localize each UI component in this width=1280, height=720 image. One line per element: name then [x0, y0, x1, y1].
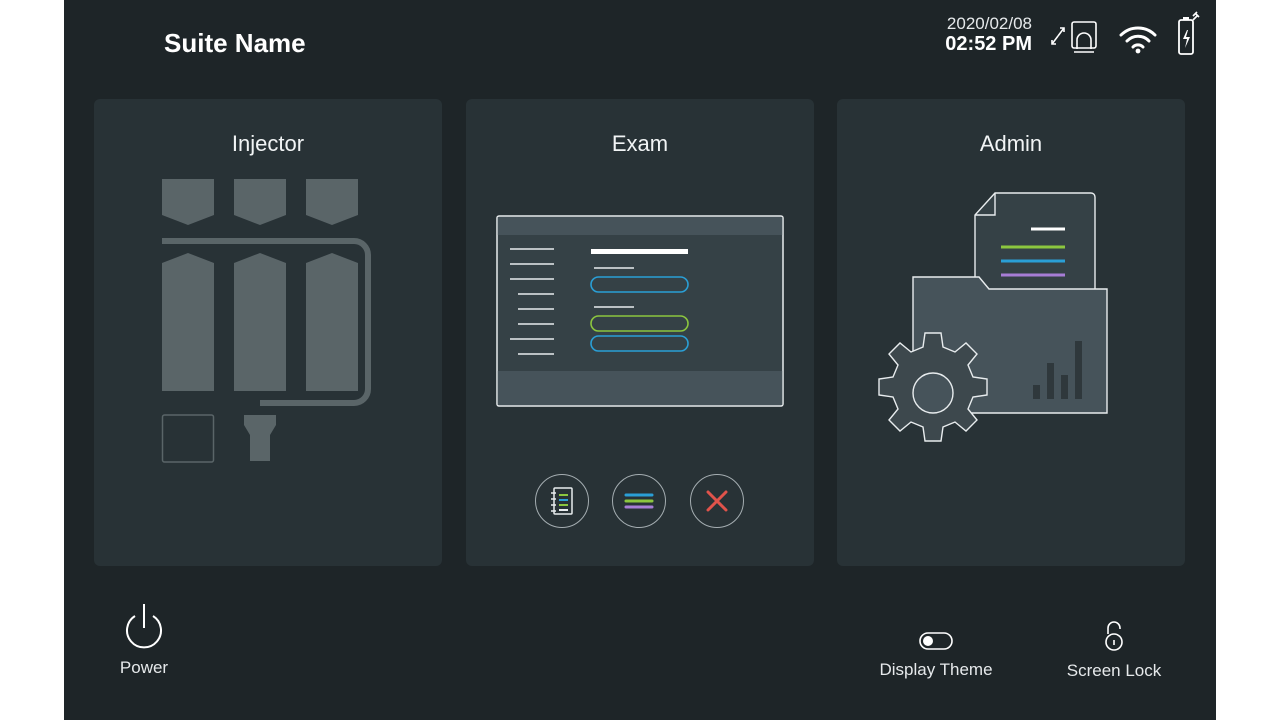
- admin-card[interactable]: Admin: [837, 99, 1185, 566]
- exam-screen-illustration: [496, 215, 784, 407]
- time-text: 02:52 PM: [945, 33, 1032, 55]
- admin-card-title: Admin: [979, 131, 1043, 156]
- exam-protocol-button[interactable]: [535, 474, 589, 528]
- screen-lock-label: Screen Lock: [1066, 661, 1162, 680]
- close-x-icon: [706, 490, 728, 512]
- injector-card[interactable]: Injector: [94, 99, 442, 566]
- suite-name-title: Suite Name: [164, 28, 306, 58]
- admin-folder-gear-illustration: [878, 192, 1108, 442]
- toggle-switch-icon: [919, 632, 953, 650]
- power-button[interactable]: Power: [114, 602, 174, 678]
- datetime: 2020/02/08 02:52 PM: [914, 14, 1032, 54]
- sync-display-icon[interactable]: [1050, 18, 1100, 56]
- power-label: Power: [119, 658, 169, 677]
- home-screen: Suite Name 2020/02/08 02:52 PM Injector …: [64, 0, 1216, 720]
- display-theme-toggle[interactable]: Display Theme: [876, 632, 996, 680]
- exam-card-title: Exam: [611, 131, 669, 156]
- power-icon: [126, 604, 162, 649]
- exam-close-button[interactable]: [690, 474, 744, 528]
- colored-lines-menu-icon: [624, 493, 654, 509]
- exam-menu-button[interactable]: [612, 474, 666, 528]
- injector-syringes-illustration: [161, 179, 371, 463]
- display-theme-label: Display Theme: [879, 660, 993, 679]
- date-text: 2020/02/08: [946, 14, 1032, 33]
- wifi-icon: [1119, 26, 1157, 54]
- screen-lock-button[interactable]: Screen Lock: [1059, 620, 1169, 681]
- notebook-list-icon: [551, 487, 573, 515]
- unlocked-padlock-icon: [1105, 621, 1123, 651]
- exam-card[interactable]: Exam: [466, 99, 814, 566]
- injector-card-title: Injector: [231, 131, 305, 156]
- battery-charging-icon: [1178, 11, 1200, 55]
